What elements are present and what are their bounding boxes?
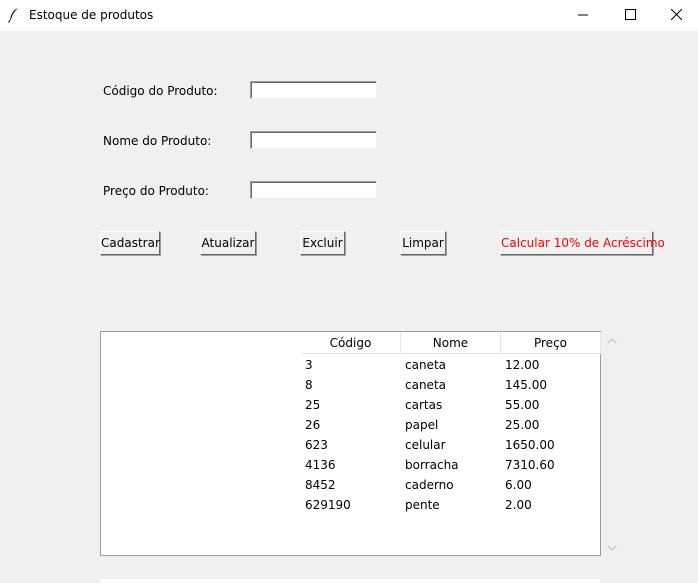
cell-nome: cartas bbox=[405, 398, 443, 412]
cell-preco: 1650.00 bbox=[505, 438, 555, 452]
cell-preco: 55.00 bbox=[505, 398, 540, 412]
cell-codigo: 3 bbox=[305, 358, 313, 372]
column-header-preco[interactable]: Preço bbox=[501, 332, 601, 354]
table-header: Código Nome Preço bbox=[301, 332, 601, 355]
cell-nome: caneta bbox=[405, 358, 446, 372]
cell-codigo: 4136 bbox=[305, 458, 336, 472]
nome-label: Nome do Produto: bbox=[103, 134, 212, 148]
close-icon bbox=[670, 8, 682, 23]
cell-nome: celular bbox=[405, 438, 446, 452]
close-button[interactable] bbox=[653, 0, 698, 31]
cell-nome: caneta bbox=[405, 378, 446, 392]
column-header-nome[interactable]: Nome bbox=[401, 332, 501, 354]
window-title: Estoque de produtos bbox=[29, 8, 154, 22]
cell-codigo: 25 bbox=[305, 398, 321, 412]
maximize-icon bbox=[624, 8, 636, 23]
maximize-button[interactable] bbox=[607, 0, 653, 31]
table-row[interactable]: 25 cartas 55.00 bbox=[301, 395, 601, 415]
cell-codigo: 8452 bbox=[305, 478, 336, 492]
cell-preco: 145.00 bbox=[505, 378, 547, 392]
table-row[interactable]: 629190 pente 2.00 bbox=[301, 495, 601, 515]
cell-codigo: 629190 bbox=[305, 498, 351, 512]
cell-codigo: 8 bbox=[305, 378, 313, 392]
cell-nome: borracha bbox=[405, 458, 459, 472]
cell-nome: papel bbox=[405, 418, 439, 432]
feather-icon bbox=[7, 7, 21, 23]
preco-label: Preço do Produto: bbox=[103, 184, 209, 198]
calcular-acrescimo-button[interactable]: Calcular 10% de Acréscimo bbox=[500, 231, 665, 255]
table-body: 3 caneta 12.00 8 caneta 145.00 25 cartas… bbox=[301, 355, 601, 515]
cell-preco: 7310.60 bbox=[505, 458, 555, 472]
cell-nome: caderno bbox=[405, 478, 454, 492]
cell-nome: pente bbox=[405, 498, 440, 512]
chevron-up-icon[interactable] bbox=[607, 335, 617, 345]
nome-input[interactable] bbox=[250, 131, 377, 149]
table-row[interactable]: 3 caneta 12.00 bbox=[301, 355, 601, 375]
minimize-button[interactable] bbox=[560, 0, 606, 31]
table-row[interactable]: 8 caneta 145.00 bbox=[301, 375, 601, 395]
limpar-button[interactable]: Limpar bbox=[400, 231, 446, 255]
table-row[interactable]: 8452 caderno 6.00 bbox=[301, 475, 601, 495]
preco-input[interactable] bbox=[250, 181, 377, 199]
chevron-down-icon[interactable] bbox=[607, 542, 617, 552]
cell-preco: 6.00 bbox=[505, 478, 532, 492]
bottom-edge bbox=[100, 579, 600, 583]
table-row[interactable]: 26 papel 25.00 bbox=[301, 415, 601, 435]
atualizar-button[interactable]: Atualizar bbox=[200, 231, 256, 255]
minimize-icon bbox=[578, 9, 588, 23]
codigo-input[interactable] bbox=[250, 81, 377, 99]
cell-codigo: 26 bbox=[305, 418, 321, 432]
table-scrollbar[interactable] bbox=[603, 331, 620, 556]
table-row[interactable]: 4136 borracha 7310.60 bbox=[301, 455, 601, 475]
title-bar: Estoque de produtos bbox=[0, 0, 698, 31]
cell-preco: 12.00 bbox=[505, 358, 540, 372]
products-table[interactable]: Código Nome Preço 3 caneta 12.00 8 canet… bbox=[100, 331, 601, 556]
column-header-codigo[interactable]: Código bbox=[301, 332, 401, 354]
cell-preco: 25.00 bbox=[505, 418, 540, 432]
cell-preco: 2.00 bbox=[505, 498, 532, 512]
table-row[interactable]: 623 celular 1650.00 bbox=[301, 435, 601, 455]
codigo-label: Código do Produto: bbox=[103, 84, 218, 98]
excluir-button[interactable]: Excluir bbox=[300, 231, 345, 255]
cell-codigo: 623 bbox=[305, 438, 328, 452]
cadastrar-button[interactable]: Cadastrar bbox=[100, 231, 160, 255]
